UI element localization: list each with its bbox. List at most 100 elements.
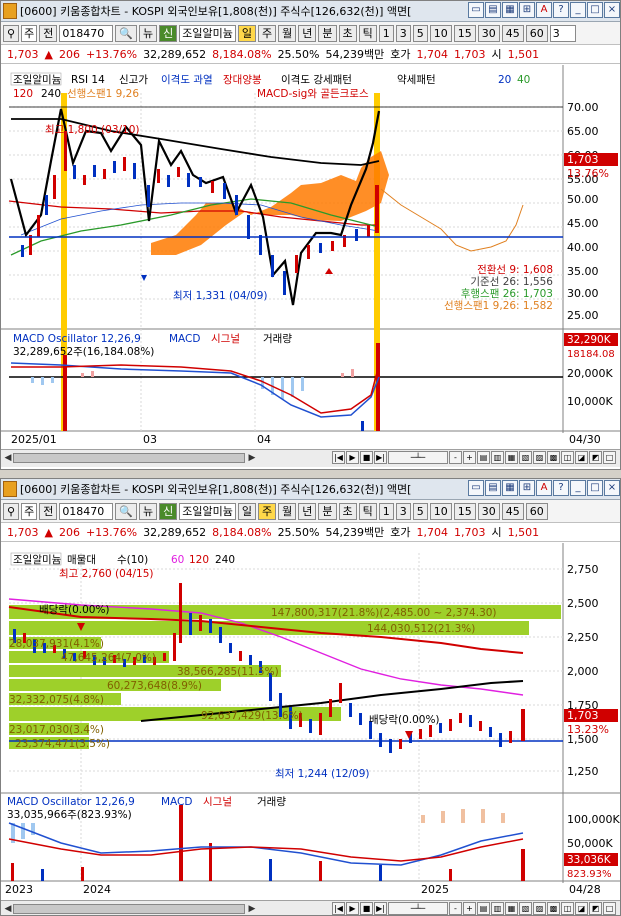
first-icon[interactable]: |◀ (332, 902, 345, 915)
view-icon-8[interactable]: ◪ (575, 451, 588, 464)
view-icon-3[interactable]: ▦ (505, 902, 518, 915)
top-titlebar[interactable]: [0600] 키움종합차트 - KOSPI 외국인보유[1,808(천)] 주식… (1, 1, 620, 22)
code-input[interactable]: 018470 (59, 502, 114, 520)
view-icon-5[interactable]: ▨ (533, 902, 546, 915)
maximize-icon[interactable]: □ (587, 2, 603, 18)
scroll-thumb[interactable] (13, 453, 245, 463)
last-icon[interactable]: ▶| (374, 451, 387, 464)
play-icon[interactable]: ▶ (346, 902, 359, 915)
view-icon-6[interactable]: ▩ (547, 451, 560, 464)
close-icon[interactable]: × (604, 2, 620, 18)
scroll-left-icon[interactable]: ◀ (3, 452, 13, 464)
num-5[interactable]: 5 (412, 24, 428, 42)
minimize-icon[interactable]: _ (570, 2, 586, 18)
help-icon[interactable]: ? (553, 480, 569, 496)
unit-day[interactable]: 일 (237, 24, 256, 42)
zoom-out-icon[interactable]: - (449, 902, 462, 915)
unit-second[interactable]: 초 (338, 502, 357, 520)
top-price-chart[interactable]: 조일알미늄 RSI 14 신고가 이격도 과열 장대양봉 이격도 강세패턴 약세… (1, 65, 620, 449)
view-icon-2[interactable]: ▥ (491, 451, 504, 464)
view-icon-3[interactable]: ▦ (505, 451, 518, 464)
view-icon-4[interactable]: ▧ (519, 451, 532, 464)
help-icon[interactable]: ? (553, 2, 569, 18)
unit-minute[interactable]: 분 (318, 502, 337, 520)
zoom-in-icon[interactable]: + (463, 451, 476, 464)
view-icon-5[interactable]: ▨ (533, 451, 546, 464)
view-icon-9[interactable]: ◩ (589, 451, 602, 464)
grid-icon[interactable]: ▤ (485, 2, 501, 18)
stop-icon[interactable]: ■ (360, 902, 373, 915)
market-select[interactable]: 주 (21, 24, 38, 42)
scroll-right-icon[interactable]: ▶ (247, 452, 257, 464)
close-icon[interactable]: × (604, 480, 620, 496)
news-icon[interactable]: 뉴 (139, 24, 158, 42)
unit-week[interactable]: 주 (258, 502, 277, 520)
credit-icon[interactable]: 신 (159, 24, 178, 42)
top-scrollbar[interactable]: ◀ ▶ |◀ ▶ ■ ▶| ─┴─ - + ▤ ▥ ▦ ▧ ▨ ▩ ◫ ◪ ◩ … (1, 449, 620, 467)
tile-icon[interactable]: ▦ (502, 480, 518, 496)
link-icon[interactable]: ⊞ (519, 480, 535, 496)
lock-icon[interactable]: ⚲ (3, 502, 20, 520)
num-15[interactable]: 15 (453, 502, 476, 520)
maximize-icon[interactable]: □ (587, 480, 603, 496)
bottom-price-chart[interactable]: 조일알미늄 매물대 수(10) 60 120 240 최고 2,760 (04/… (1, 543, 620, 900)
num-45[interactable]: 45 (501, 24, 524, 42)
stop-icon[interactable]: ■ (360, 451, 373, 464)
num-3[interactable]: 3 (395, 502, 411, 520)
num-1[interactable]: 1 (378, 502, 394, 520)
alert-icon[interactable]: A (536, 2, 552, 18)
unit-year[interactable]: 년 (298, 502, 317, 520)
view-icon-4[interactable]: ▧ (519, 902, 532, 915)
layout-icon[interactable]: ▭ (468, 2, 484, 18)
unit-week[interactable]: 주 (258, 24, 277, 42)
last-icon[interactable]: ▶| (374, 902, 387, 915)
num-10[interactable]: 10 (429, 502, 452, 520)
tile-icon[interactable]: ▦ (502, 2, 518, 18)
num-5[interactable]: 5 (412, 502, 428, 520)
credit-icon[interactable]: 신 (159, 502, 178, 520)
market-select[interactable]: 주 (21, 502, 38, 520)
link-icon[interactable]: ⊞ (519, 2, 535, 18)
view-icon-7[interactable]: ◫ (561, 902, 574, 915)
count-select[interactable]: 3 (549, 24, 576, 42)
unit-year[interactable]: 년 (298, 24, 317, 42)
zoom-in-icon[interactable]: + (463, 902, 476, 915)
zoom-out-icon[interactable]: - (449, 451, 462, 464)
bottom-titlebar[interactable]: [0600] 키움종합차트 - KOSPI 외국인보유[1,808(천)] 주식… (1, 479, 620, 500)
num-30[interactable]: 30 (477, 24, 500, 42)
layout-icon[interactable]: ▭ (468, 480, 484, 496)
zoom-slider-icon[interactable]: ─┴─ (388, 902, 448, 915)
unit-minute[interactable]: 분 (318, 24, 337, 42)
num-60[interactable]: 60 (525, 24, 548, 42)
view-icon-2[interactable]: ▥ (491, 902, 504, 915)
view-icon-1[interactable]: ▤ (477, 451, 490, 464)
lock-icon[interactable]: ⚲ (3, 24, 20, 42)
period-label[interactable]: 전 (39, 24, 58, 42)
view-icon-9[interactable]: ◩ (589, 902, 602, 915)
news-icon[interactable]: 뉴 (139, 502, 158, 520)
minimize-icon[interactable]: _ (570, 480, 586, 496)
play-icon[interactable]: ▶ (346, 451, 359, 464)
scroll-left-icon[interactable]: ◀ (3, 903, 13, 915)
view-icon-10[interactable]: □ (603, 451, 616, 464)
view-icon-7[interactable]: ◫ (561, 451, 574, 464)
num-60[interactable]: 60 (525, 502, 548, 520)
unit-month[interactable]: 월 (278, 502, 297, 520)
num-10[interactable]: 10 (429, 24, 452, 42)
num-15[interactable]: 15 (453, 24, 476, 42)
unit-tick[interactable]: 틱 (358, 502, 377, 520)
view-icon-8[interactable]: ◪ (575, 902, 588, 915)
grid-icon[interactable]: ▤ (485, 480, 501, 496)
unit-second[interactable]: 초 (338, 24, 357, 42)
zoom-slider-icon[interactable]: ─┴─ (388, 451, 448, 464)
search-icon[interactable]: 🔍 (115, 24, 138, 42)
num-1[interactable]: 1 (378, 24, 394, 42)
period-label[interactable]: 전 (39, 502, 58, 520)
search-icon[interactable]: 🔍 (115, 502, 138, 520)
unit-day[interactable]: 일 (237, 502, 256, 520)
num-3[interactable]: 3 (395, 24, 411, 42)
num-30[interactable]: 30 (477, 502, 500, 520)
view-icon-1[interactable]: ▤ (477, 902, 490, 915)
alert-icon[interactable]: A (536, 480, 552, 496)
code-input[interactable]: 018470 (59, 24, 114, 42)
